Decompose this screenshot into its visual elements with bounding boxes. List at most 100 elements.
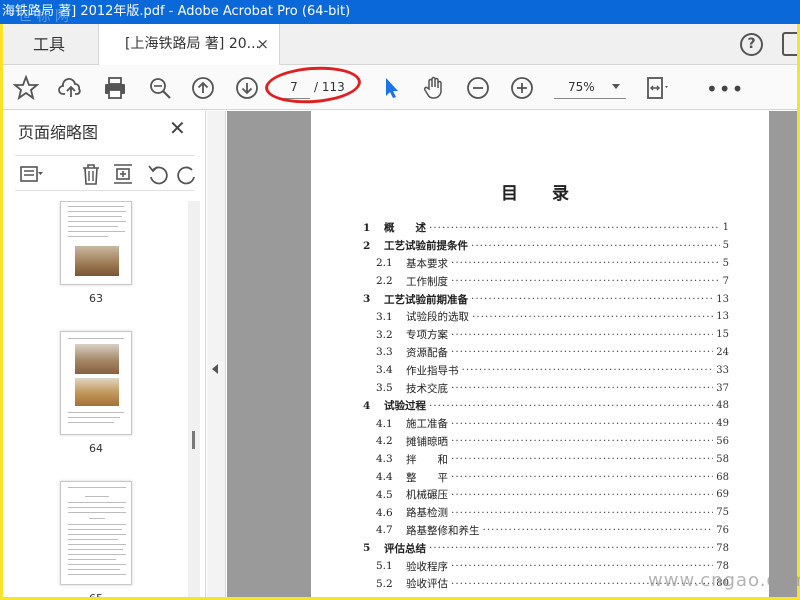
scrollbar-thumb[interactable] — [192, 431, 195, 449]
toc-page-number: 1 — [722, 222, 729, 234]
toc-entry[interactable]: 4.6 路基检测 ·································… — [363, 504, 729, 522]
hand-tool-icon[interactable] — [421, 75, 447, 101]
close-tab-icon[interactable]: × — [256, 24, 269, 65]
toc-number: 1 — [363, 221, 371, 234]
tab-document-label: [上海铁路局 著] 20... — [125, 36, 260, 52]
toc-title: 路基检测 — [406, 507, 448, 520]
tab-document[interactable]: [上海铁路局 著] 20... × — [98, 24, 280, 65]
page-thumbnail[interactable] — [60, 481, 132, 585]
toc-title: 工艺试验前期准备 — [384, 293, 468, 306]
toc-entry[interactable]: 4.2 摊铺晾晒 ·································… — [363, 433, 729, 451]
toc-leader-dots: ········································… — [429, 399, 713, 412]
site-watermark: www.cngao.com — [648, 570, 800, 591]
toc-number: 2.2 — [376, 275, 393, 288]
trash-icon[interactable] — [79, 162, 103, 186]
toc-entry[interactable]: 1 概 述 ····································… — [363, 219, 729, 237]
toc-entry[interactable]: 4 试验过程 ···································… — [363, 397, 729, 415]
previous-page-icon[interactable] — [190, 75, 216, 101]
zoom-level-select[interactable]: 75% — [554, 75, 626, 99]
toc-page-number: 75 — [716, 507, 729, 519]
toc-title: 试验过程 — [384, 400, 426, 413]
thumbnail-photo — [75, 378, 119, 406]
tab-tools[interactable]: 工具 — [3, 24, 98, 65]
toc-number: 4.5 — [376, 488, 393, 501]
toc-number: 3.2 — [376, 328, 393, 341]
select-pointer-icon[interactable] — [378, 75, 404, 101]
toc-title: 工艺试验前提条件 — [384, 240, 468, 253]
toc-page-number: 13 — [716, 293, 729, 305]
toc-number: 5.1 — [376, 560, 393, 573]
zoom-out-icon[interactable] — [465, 75, 491, 101]
toc-leader-dots: ········································… — [451, 328, 713, 341]
toc-title: 验收程序 — [406, 560, 448, 573]
toc-entry[interactable]: 4.1 施工准备 ·································… — [363, 415, 729, 433]
toc-entry[interactable]: 3.2 专项方案 ·································… — [363, 326, 729, 344]
toc-leader-dots: ········································… — [451, 453, 713, 466]
toc-title: 资源配备 — [406, 346, 448, 359]
toc-entry[interactable]: 4.4 整 平 ··································… — [363, 468, 729, 486]
toc-entry[interactable]: 3.4 作业指导书 ································… — [363, 361, 729, 379]
page-thumbnail[interactable] — [60, 331, 132, 435]
toc-title: 摊铺晾晒 — [406, 435, 448, 448]
toc-title: 技术交底 — [406, 382, 448, 395]
zoom-in-icon[interactable] — [509, 75, 535, 101]
toc-entry[interactable]: 5 评估总结 ···································… — [363, 539, 729, 557]
toc-page-number: 24 — [716, 346, 729, 358]
bookmark-star-icon[interactable] — [12, 74, 40, 101]
toc-entry[interactable]: 3.5 技术交底 ·································… — [363, 379, 729, 397]
toc-number: 3.3 — [376, 346, 393, 359]
toc-entry[interactable]: 3 工艺试验前期准备 ·······························… — [363, 290, 729, 308]
toc-leader-dots: ········································… — [451, 257, 720, 270]
print-icon[interactable] — [102, 75, 128, 101]
collapse-panel-button[interactable] — [207, 111, 226, 597]
toc-leader-dots: ········································… — [471, 239, 720, 252]
toc-page-number: 58 — [716, 453, 729, 465]
thumbnail-scrollbar[interactable] — [188, 201, 200, 597]
toc-title: 专项方案 — [406, 329, 448, 342]
rotate-left-icon[interactable] — [146, 162, 170, 186]
zoom-level-value: 75% — [568, 80, 595, 94]
toc-number: 5 — [363, 542, 371, 555]
rotate-right-icon[interactable] — [175, 162, 195, 186]
tab-bar: 工具 [上海铁路局 著] 20... × ? — [3, 24, 797, 65]
site-logo-watermark: 世 标 网 — [18, 9, 69, 25]
thumbnail-label: 65 — [60, 592, 132, 597]
toc-leader-dots: ········································… — [451, 275, 720, 288]
toc-entry[interactable]: 2.1 基本要求 ·································… — [363, 255, 729, 273]
close-panel-icon[interactable]: ✕ — [169, 116, 186, 140]
toc-leader-dots: ········································… — [451, 417, 713, 430]
toc-entry[interactable]: 3.3 资源配备 ·································… — [363, 344, 729, 362]
right-pane-toggle-icon[interactable] — [782, 32, 797, 56]
toc-title: 整 平 — [406, 471, 448, 484]
options-menu-icon[interactable] — [19, 162, 43, 186]
toc-page-number: 5 — [722, 240, 729, 252]
toc-title: 施工准备 — [406, 418, 448, 431]
thumbnail-label: 63 — [89, 292, 103, 305]
page-thumbnail[interactable] — [60, 201, 132, 285]
toc-number: 3.4 — [376, 364, 393, 377]
toc-page-number: 69 — [716, 489, 729, 501]
toc-title: 基本要求 — [406, 257, 448, 270]
toc-entry[interactable]: 4.7 路基整修和养生 ······························… — [363, 522, 729, 540]
toc-entry[interactable]: 2.2 工作制度 ·································… — [363, 272, 729, 290]
toc-entry[interactable]: 4.3 拌 和 ··································… — [363, 450, 729, 468]
insert-page-icon[interactable] — [111, 162, 135, 186]
fit-page-icon[interactable] — [643, 75, 669, 101]
cloud-upload-icon[interactable] — [58, 75, 84, 101]
toc-title: 拌 和 — [406, 453, 448, 466]
toc-entry[interactable]: 4.5 机械碾压 ·································… — [363, 486, 729, 504]
toc-entry[interactable]: 3.1 试验段的选取 ·······························… — [363, 308, 729, 326]
toc-page-number: 49 — [716, 418, 729, 430]
zoom-search-icon[interactable] — [147, 75, 173, 101]
toc-leader-dots: ········································… — [472, 310, 713, 323]
document-viewport[interactable]: 目录 1概 述 ·································… — [227, 111, 797, 597]
next-page-icon[interactable] — [234, 75, 260, 101]
toc-leader-dots: ········································… — [429, 221, 720, 234]
help-icon[interactable]: ? — [740, 33, 763, 56]
toc-entry[interactable]: 2 工艺试验前提条件 ·······························… — [363, 237, 729, 255]
more-tools-icon[interactable]: ••• — [706, 77, 744, 101]
toc-page-number: 56 — [716, 435, 729, 447]
table-of-contents: 1概 述 ····································… — [363, 219, 729, 593]
toc-leader-dots: ········································… — [429, 542, 713, 555]
toc-leader-dots: ········································… — [451, 382, 713, 395]
